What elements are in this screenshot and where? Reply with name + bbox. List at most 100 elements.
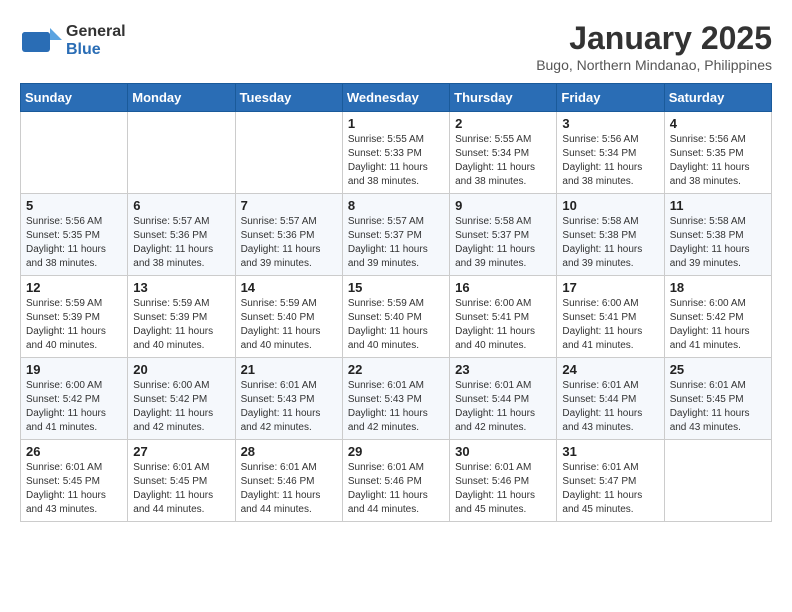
calendar-day-cell bbox=[128, 112, 235, 194]
day-info: Sunrise: 5:56 AMSunset: 5:35 PMDaylight:… bbox=[26, 215, 122, 271]
logo-general-text: General bbox=[66, 23, 126, 41]
calendar-day-cell: 11Sunrise: 5:58 AMSunset: 5:38 PMDayligh… bbox=[664, 194, 771, 276]
day-info: Sunrise: 6:01 AMSunset: 5:43 PMDaylight:… bbox=[348, 379, 444, 435]
day-info: Sunrise: 5:56 AMSunset: 5:35 PMDaylight:… bbox=[670, 133, 766, 189]
calendar-day-cell: 5 Sunrise: 5:56 AMSunset: 5:35 PMDaylight… bbox=[21, 194, 128, 276]
day-number: 28 bbox=[241, 444, 337, 459]
day-number: 25 bbox=[670, 362, 766, 377]
day-number: 20 bbox=[133, 362, 229, 377]
day-number: 4 bbox=[670, 116, 766, 131]
day-number: 14 bbox=[241, 280, 337, 295]
day-info: Sunrise: 5:59 AMSunset: 5:39 PMDaylight:… bbox=[26, 297, 122, 353]
calendar-day-header: Thursday bbox=[450, 84, 557, 112]
calendar-day-cell: 13 Sunrise: 5:59 AMSunset: 5:39 PMDayligh… bbox=[128, 276, 235, 358]
calendar-week-row: 12 Sunrise: 5:59 AMSunset: 5:39 PMDayligh… bbox=[21, 276, 772, 358]
calendar-day-cell: 2 Sunrise: 5:55 AMSunset: 5:34 PMDaylight… bbox=[450, 112, 557, 194]
calendar-day-cell: 29Sunrise: 6:01 AMSunset: 5:46 PMDayligh… bbox=[342, 440, 449, 522]
day-number: 15 bbox=[348, 280, 444, 295]
calendar-day-cell: 15 Sunrise: 5:59 AMSunset: 5:40 PMDayligh… bbox=[342, 276, 449, 358]
day-info: Sunrise: 6:00 AMSunset: 5:41 PMDaylight:… bbox=[562, 297, 658, 353]
day-number: 2 bbox=[455, 116, 551, 131]
calendar-week-row: 1 Sunrise: 5:55 AMSunset: 5:33 PMDaylight… bbox=[21, 112, 772, 194]
calendar-week-row: 26 Sunrise: 6:01 AMSunset: 5:45 PMDayligh… bbox=[21, 440, 772, 522]
day-info: Sunrise: 6:00 AMSunset: 5:42 PMDaylight:… bbox=[670, 297, 766, 353]
day-number: 17 bbox=[562, 280, 658, 295]
day-number: 7 bbox=[241, 198, 337, 213]
logo: General Blue bbox=[20, 20, 126, 62]
calendar-day-cell: 7 Sunrise: 5:57 AMSunset: 5:36 PMDaylight… bbox=[235, 194, 342, 276]
day-info: Sunrise: 6:01 AMSunset: 5:47 PMDaylight:… bbox=[562, 461, 658, 517]
calendar-day-cell: 26 Sunrise: 6:01 AMSunset: 5:45 PMDayligh… bbox=[21, 440, 128, 522]
day-number: 9 bbox=[455, 198, 551, 213]
day-number: 18 bbox=[670, 280, 766, 295]
location-title: Bugo, Northern Mindanao, Philippines bbox=[536, 57, 772, 73]
day-info: Sunrise: 5:56 AMSunset: 5:34 PMDaylight:… bbox=[562, 133, 658, 189]
calendar-day-cell: 12 Sunrise: 5:59 AMSunset: 5:39 PMDayligh… bbox=[21, 276, 128, 358]
calendar-day-header: Sunday bbox=[21, 84, 128, 112]
day-number: 1 bbox=[348, 116, 444, 131]
calendar-day-cell: 20Sunrise: 6:00 AMSunset: 5:42 PMDayligh… bbox=[128, 358, 235, 440]
day-number: 24 bbox=[562, 362, 658, 377]
calendar-day-cell: 4 Sunrise: 5:56 AMSunset: 5:35 PMDaylight… bbox=[664, 112, 771, 194]
calendar-day-cell: 17 Sunrise: 6:00 AMSunset: 5:41 PMDayligh… bbox=[557, 276, 664, 358]
page-header: General Blue January 2025 Bugo, Northern… bbox=[20, 20, 772, 73]
day-info: Sunrise: 6:01 AMSunset: 5:45 PMDaylight:… bbox=[133, 461, 229, 517]
calendar-week-row: 19 Sunrise: 6:00 AMSunset: 5:42 PMDayligh… bbox=[21, 358, 772, 440]
calendar-header-row: SundayMondayTuesdayWednesdayThursdayFrid… bbox=[21, 84, 772, 112]
day-number: 11 bbox=[670, 198, 766, 213]
day-info: Sunrise: 6:01 AMSunset: 5:46 PMDaylight:… bbox=[348, 461, 444, 517]
calendar-day-cell: 8Sunrise: 5:57 AMSunset: 5:37 PMDaylight… bbox=[342, 194, 449, 276]
day-number: 26 bbox=[26, 444, 122, 459]
day-info: Sunrise: 6:01 AMSunset: 5:43 PMDaylight:… bbox=[241, 379, 337, 435]
calendar-day-cell: 25 Sunrise: 6:01 AMSunset: 5:45 PMDayligh… bbox=[664, 358, 771, 440]
day-info: Sunrise: 5:58 AMSunset: 5:38 PMDaylight:… bbox=[562, 215, 658, 271]
day-number: 16 bbox=[455, 280, 551, 295]
calendar-day-cell: 23 Sunrise: 6:01 AMSunset: 5:44 PMDayligh… bbox=[450, 358, 557, 440]
day-number: 22 bbox=[348, 362, 444, 377]
logo-blue-text: Blue bbox=[66, 41, 126, 59]
calendar-day-cell: 14Sunrise: 5:59 AMSunset: 5:40 PMDayligh… bbox=[235, 276, 342, 358]
day-info: Sunrise: 6:01 AMSunset: 5:46 PMDaylight:… bbox=[455, 461, 551, 517]
day-info: Sunrise: 5:55 AMSunset: 5:33 PMDaylight:… bbox=[348, 133, 444, 189]
day-info: Sunrise: 5:57 AMSunset: 5:36 PMDaylight:… bbox=[241, 215, 337, 271]
day-number: 23 bbox=[455, 362, 551, 377]
calendar-week-row: 5 Sunrise: 5:56 AMSunset: 5:35 PMDaylight… bbox=[21, 194, 772, 276]
day-number: 3 bbox=[562, 116, 658, 131]
day-info: Sunrise: 5:59 AMSunset: 5:39 PMDaylight:… bbox=[133, 297, 229, 353]
day-info: Sunrise: 6:01 AMSunset: 5:46 PMDaylight:… bbox=[241, 461, 337, 517]
calendar-day-cell: 21Sunrise: 6:01 AMSunset: 5:43 PMDayligh… bbox=[235, 358, 342, 440]
calendar-day-cell: 28 Sunrise: 6:01 AMSunset: 5:46 PMDayligh… bbox=[235, 440, 342, 522]
day-number: 30 bbox=[455, 444, 551, 459]
day-info: Sunrise: 5:57 AMSunset: 5:37 PMDaylight:… bbox=[348, 215, 444, 271]
calendar-day-cell bbox=[21, 112, 128, 194]
day-info: Sunrise: 5:59 AMSunset: 5:40 PMDaylight:… bbox=[348, 297, 444, 353]
day-info: Sunrise: 6:01 AMSunset: 5:45 PMDaylight:… bbox=[670, 379, 766, 435]
calendar-day-cell: 3 Sunrise: 5:56 AMSunset: 5:34 PMDaylight… bbox=[557, 112, 664, 194]
calendar-day-cell: 16 Sunrise: 6:00 AMSunset: 5:41 PMDayligh… bbox=[450, 276, 557, 358]
day-number: 5 bbox=[26, 198, 122, 213]
day-info: Sunrise: 6:01 AMSunset: 5:45 PMDaylight:… bbox=[26, 461, 122, 517]
calendar-day-cell bbox=[235, 112, 342, 194]
calendar-day-cell: 27Sunrise: 6:01 AMSunset: 5:45 PMDayligh… bbox=[128, 440, 235, 522]
day-info: Sunrise: 5:58 AMSunset: 5:37 PMDaylight:… bbox=[455, 215, 551, 271]
day-info: Sunrise: 6:00 AMSunset: 5:41 PMDaylight:… bbox=[455, 297, 551, 353]
calendar-day-cell: 22 Sunrise: 6:01 AMSunset: 5:43 PMDayligh… bbox=[342, 358, 449, 440]
calendar-day-header: Wednesday bbox=[342, 84, 449, 112]
day-info: Sunrise: 6:00 AMSunset: 5:42 PMDaylight:… bbox=[26, 379, 122, 435]
day-number: 13 bbox=[133, 280, 229, 295]
month-title: January 2025 bbox=[536, 20, 772, 57]
day-number: 31 bbox=[562, 444, 658, 459]
calendar-day-cell: 10 Sunrise: 5:58 AMSunset: 5:38 PMDayligh… bbox=[557, 194, 664, 276]
day-number: 12 bbox=[26, 280, 122, 295]
calendar-day-cell: 1 Sunrise: 5:55 AMSunset: 5:33 PMDaylight… bbox=[342, 112, 449, 194]
calendar-day-header: Monday bbox=[128, 84, 235, 112]
calendar-day-header: Friday bbox=[557, 84, 664, 112]
day-info: Sunrise: 5:55 AMSunset: 5:34 PMDaylight:… bbox=[455, 133, 551, 189]
title-area: January 2025 Bugo, Northern Mindanao, Ph… bbox=[536, 20, 772, 73]
calendar-table: SundayMondayTuesdayWednesdayThursdayFrid… bbox=[20, 83, 772, 522]
day-number: 19 bbox=[26, 362, 122, 377]
logo-icon bbox=[20, 20, 62, 62]
day-info: Sunrise: 6:01 AMSunset: 5:44 PMDaylight:… bbox=[455, 379, 551, 435]
day-number: 10 bbox=[562, 198, 658, 213]
day-info: Sunrise: 5:57 AMSunset: 5:36 PMDaylight:… bbox=[133, 215, 229, 271]
